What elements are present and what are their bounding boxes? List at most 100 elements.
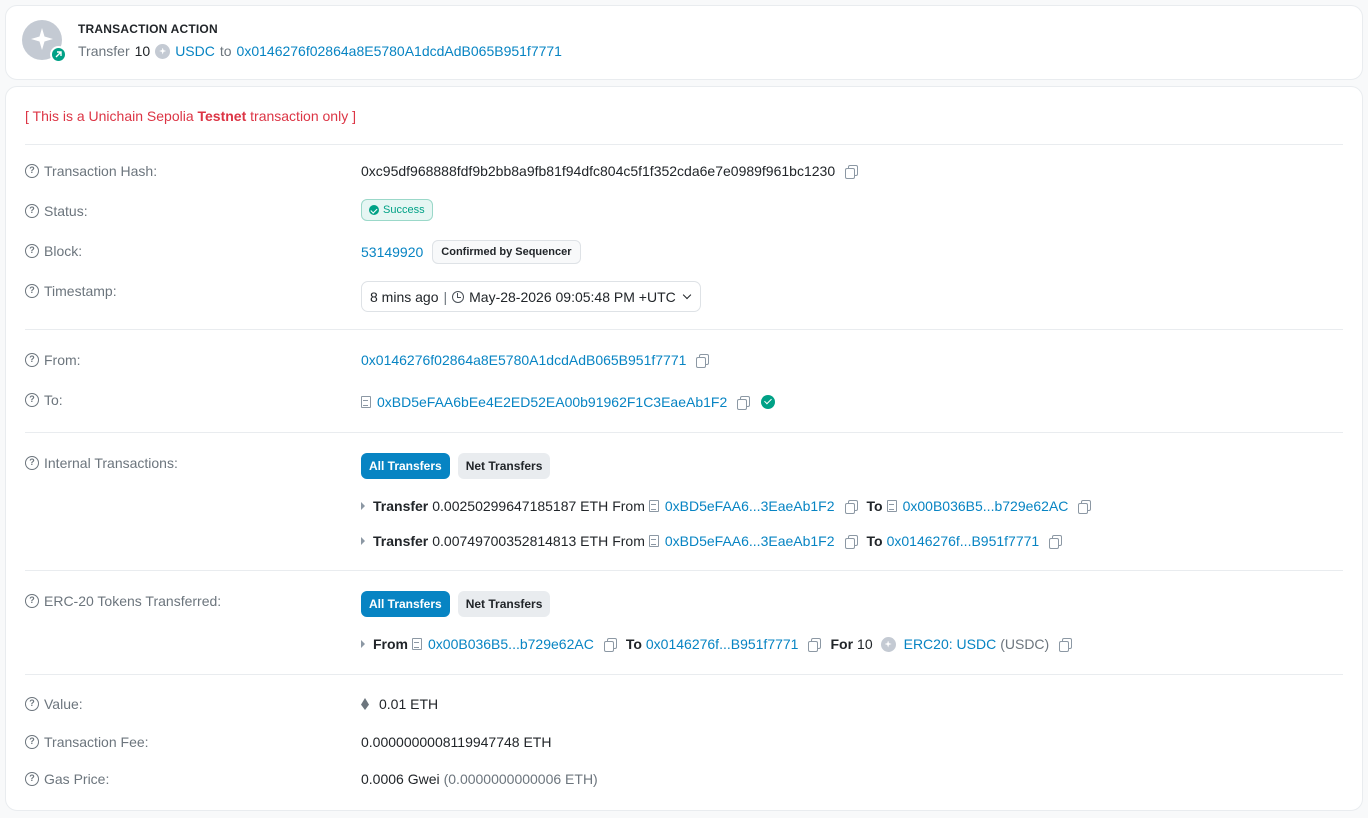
erc20-row: From 0x00B036B5...b729e62AC To 0x0146276… <box>361 636 1073 652</box>
status-text: Success <box>383 204 425 216</box>
testnet-notice-prefix: [ This is a Unichain Sepolia <box>25 108 198 124</box>
net-transfers-tab[interactable]: Net Transfers <box>457 591 551 617</box>
from-value: 0x0146276f02864a8E5780A1dcdAdB065B951f77… <box>361 352 710 368</box>
value-label: ? Value: <box>25 696 83 712</box>
check-circle-icon <box>369 205 379 215</box>
copy-icon[interactable] <box>603 637 617 652</box>
erc20-tabs: All Transfers Net Transfers <box>361 591 554 617</box>
timestamp-datetime: May-28-2026 09:05:48 PM +UTC <box>469 288 676 305</box>
help-icon[interactable]: ? <box>25 244 39 258</box>
hash-label: ? Transaction Hash: <box>25 163 157 179</box>
to-address-link[interactable]: 0xBD5eFAA6bEe4E2ED52EA00b91962F1C3EaeAb1… <box>377 394 727 410</box>
help-icon[interactable]: ? <box>25 735 39 749</box>
value-amount: 0.01 ETH <box>379 696 439 712</box>
timestamp-value: 8 mins ago | May-28-2026 09:05:48 PM +UT… <box>361 281 701 312</box>
gas-label: ? Gas Price: <box>25 771 109 787</box>
internal-label: ? Internal Transactions: <box>25 455 178 471</box>
erc20-from-link[interactable]: 0x00B036B5...b729e62AC <box>428 636 594 652</box>
internal-row: Transfer 0.00250299647185187 ETH From 0x… <box>361 498 1092 514</box>
fee-amount: 0.0000000008119947748 ETH <box>361 734 552 750</box>
usdc-token-icon <box>880 636 896 652</box>
chevron-down-icon <box>682 290 691 300</box>
internal-amount: 0.00250299647185187 ETH <box>432 498 609 514</box>
help-icon[interactable]: ? <box>25 284 39 298</box>
gas-gwei: 0.0006 Gwei <box>361 771 440 787</box>
caret-right-icon[interactable] <box>361 502 365 510</box>
help-icon[interactable]: ? <box>25 353 39 367</box>
action-to-address-link[interactable]: 0x0146276f02864a8E5780A1dcdAdB065B951f77… <box>237 43 562 59</box>
copy-icon[interactable] <box>1049 534 1063 549</box>
copy-icon[interactable] <box>737 395 751 410</box>
action-icon <box>22 20 67 63</box>
gas-label-text: Gas Price: <box>44 771 110 787</box>
action-title: TRANSACTION ACTION <box>78 22 218 36</box>
gas-eth: (0.0000000000006 ETH) <box>443 771 598 787</box>
transaction-details-card: [ This is a Unichain Sepolia Testnet tra… <box>5 86 1363 811</box>
internal-tabs: All Transfers Net Transfers <box>361 453 554 479</box>
erc20-symbol: (USDC) <box>1000 636 1050 652</box>
transfer-word: Transfer <box>373 533 429 549</box>
contract-icon <box>412 638 422 650</box>
action-verb: Transfer <box>78 43 130 59</box>
status-label-text: Status: <box>44 203 88 219</box>
help-icon[interactable]: ? <box>25 204 39 218</box>
value-label-text: Value: <box>44 696 83 712</box>
internal-from-link[interactable]: 0xBD5eFAA6...3EaeAb1F2 <box>665 533 835 549</box>
internal-to-link[interactable]: 0x0146276f...B951f7771 <box>887 533 1040 549</box>
from-label-text: From: <box>44 352 81 368</box>
copy-icon[interactable] <box>1078 499 1092 514</box>
contract-icon <box>648 535 659 547</box>
to-label: ? To: <box>25 392 63 408</box>
action-amount: 10 <box>134 43 151 59</box>
help-icon[interactable]: ? <box>25 393 39 407</box>
clock-icon <box>452 290 465 303</box>
internal-to-link[interactable]: 0x00B036B5...b729e62AC <box>903 498 1069 514</box>
internal-amount: 0.00749700352814813 ETH <box>432 533 609 549</box>
divider <box>25 570 1343 571</box>
for-word: For <box>830 636 854 652</box>
verified-check-icon <box>761 395 776 409</box>
internal-from-link[interactable]: 0xBD5eFAA6...3EaeAb1F2 <box>665 498 835 514</box>
help-icon[interactable]: ? <box>25 697 39 711</box>
help-icon[interactable]: ? <box>25 594 39 608</box>
copy-icon[interactable] <box>808 637 822 652</box>
transaction-hash: 0xc95df968888fdf9b2bb8a9fb81f94dfc804c5f… <box>361 163 836 179</box>
erc20-token-link[interactable]: ERC20: USDC <box>904 636 997 652</box>
fee-label: ? Transaction Fee: <box>25 734 149 750</box>
all-transfers-tab[interactable]: All Transfers <box>361 453 450 479</box>
copy-icon[interactable] <box>1059 637 1073 652</box>
help-icon[interactable]: ? <box>25 456 39 470</box>
copy-icon[interactable] <box>844 499 858 514</box>
from-word: From <box>612 533 645 549</box>
hash-label-text: Transaction Hash: <box>44 163 158 179</box>
timestamp-label-text: Timestamp: <box>44 283 117 299</box>
copy-icon[interactable] <box>844 534 858 549</box>
action-to-word: to <box>219 43 232 59</box>
time-ago: 8 mins ago <box>370 288 439 305</box>
divider <box>25 144 1343 145</box>
contract-icon <box>361 396 371 408</box>
help-icon[interactable]: ? <box>25 164 39 178</box>
net-transfers-tab[interactable]: Net Transfers <box>457 453 551 479</box>
from-label: ? From: <box>25 352 81 368</box>
all-transfers-tab[interactable]: All Transfers <box>361 591 450 617</box>
testnet-notice-bold: Testnet <box>197 108 247 124</box>
internal-row: Transfer 0.00749700352814813 ETH From 0x… <box>361 533 1063 549</box>
fee-value: 0.0000000008119947748 ETH <box>361 734 551 750</box>
arrow-up-right-icon <box>50 46 67 63</box>
timestamp-dropdown[interactable]: 8 mins ago | May-28-2026 09:05:48 PM +UT… <box>361 281 701 312</box>
block-label-text: Block: <box>44 243 83 259</box>
action-token-link[interactable]: USDC <box>175 43 215 59</box>
caret-right-icon[interactable] <box>361 640 365 648</box>
erc20-to-link[interactable]: 0x0146276f...B951f7771 <box>646 636 799 652</box>
from-address-link[interactable]: 0x0146276f02864a8E5780A1dcdAdB065B951f77… <box>361 352 686 368</box>
to-label-text: To: <box>44 392 63 408</box>
copy-icon[interactable] <box>696 353 710 368</box>
block-label: ? Block: <box>25 243 82 259</box>
copy-icon[interactable] <box>845 164 859 179</box>
erc20-label-text: ERC-20 Tokens Transferred: <box>44 593 222 609</box>
caret-right-icon[interactable] <box>361 537 365 545</box>
help-icon[interactable]: ? <box>25 772 39 786</box>
confirmed-badge: Confirmed by Sequencer <box>432 240 581 264</box>
block-number-link[interactable]: 53149920 <box>361 244 423 260</box>
